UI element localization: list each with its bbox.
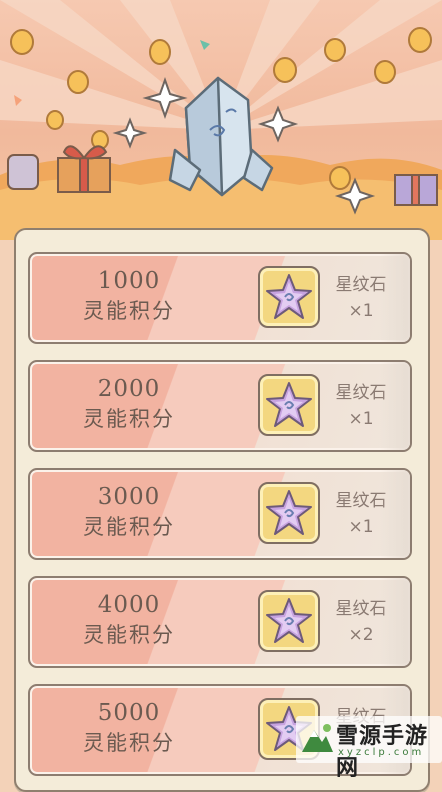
points-label: 灵能积分 — [83, 407, 175, 431]
reward-name: 星纹石 — [335, 275, 387, 295]
points-label: 灵能积分 — [83, 515, 175, 539]
points-label: 灵能积分 — [83, 299, 175, 323]
reward-quantity: ×1 — [348, 301, 374, 321]
star-stone-icon — [266, 598, 312, 643]
points-value: 5000 — [97, 700, 161, 726]
reward-tier-3000[interactable]: 3000 灵能积分 星纹石 ×1 — [28, 468, 412, 560]
reward-tier-1000[interactable]: 1000 灵能积分 星纹石 ×1 — [28, 252, 412, 344]
reward-item-slot[interactable] — [258, 266, 320, 328]
tier-points: 4000 灵能积分 — [30, 590, 228, 650]
header-illustration — [0, 0, 442, 240]
reward-info: 星纹石 ×1 — [324, 380, 398, 432]
watermark-url: xyzclp.com — [338, 747, 425, 758]
treasure-scene — [0, 0, 442, 240]
star-stone-icon — [266, 382, 312, 427]
reward-info: 星纹石 ×1 — [324, 488, 398, 540]
points-label: 灵能积分 — [83, 623, 175, 647]
reward-panel: 1000 灵能积分 星纹石 ×1 2000 灵能积分 星纹石 ×1 3000 灵… — [14, 228, 430, 792]
reward-item-slot[interactable] — [258, 590, 320, 652]
points-label: 灵能积分 — [83, 731, 175, 755]
reward-item-slot[interactable] — [258, 482, 320, 544]
reward-tier-4000[interactable]: 4000 灵能积分 星纹石 ×2 — [28, 576, 412, 668]
reward-info: 星纹石 ×1 — [324, 272, 398, 324]
mountain-logo-icon — [302, 724, 333, 752]
star-stone-icon — [266, 490, 312, 535]
watermark: 雪源手游网 xyzclp.com — [296, 716, 442, 781]
reward-name: 星纹石 — [335, 491, 387, 511]
points-value: 4000 — [97, 592, 161, 618]
reward-item-slot[interactable] — [258, 374, 320, 436]
tier-points: 5000 灵能积分 — [30, 698, 228, 758]
reward-list: 1000 灵能积分 星纹石 ×1 2000 灵能积分 星纹石 ×1 3000 灵… — [28, 252, 412, 792]
reward-info: 星纹石 ×2 — [324, 596, 398, 648]
points-value: 1000 — [97, 268, 161, 294]
points-value: 3000 — [97, 484, 161, 510]
tier-points: 1000 灵能积分 — [30, 266, 228, 326]
reward-name: 星纹石 — [335, 599, 387, 619]
reward-tier-2000[interactable]: 2000 灵能积分 星纹石 ×1 — [28, 360, 412, 452]
tier-points: 2000 灵能积分 — [30, 374, 228, 434]
reward-quantity: ×2 — [348, 625, 374, 645]
reward-name: 星纹石 — [335, 383, 387, 403]
reward-quantity: ×1 — [348, 517, 374, 537]
tier-points: 3000 灵能积分 — [30, 482, 228, 542]
reward-quantity: ×1 — [348, 409, 374, 429]
star-stone-icon — [266, 274, 312, 319]
points-value: 2000 — [97, 376, 161, 402]
